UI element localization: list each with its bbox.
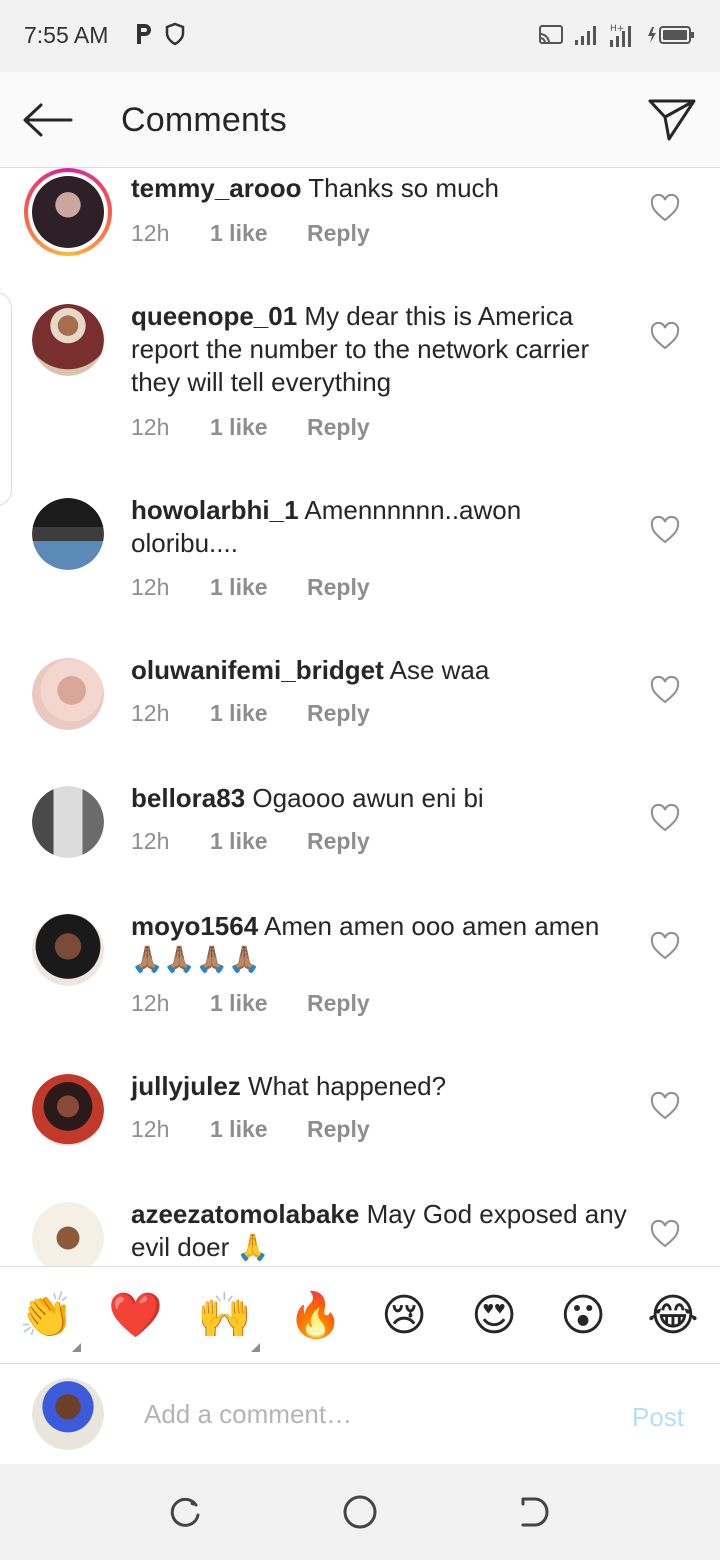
comment-text: What happened? <box>248 1071 447 1101</box>
emoji-fire[interactable]: 🔥 <box>288 1289 343 1343</box>
system-nav-bar <box>0 1464 720 1560</box>
reply-button[interactable]: Reply <box>307 220 370 247</box>
heart-icon[interactable] <box>650 1220 680 1248</box>
comment-time: 12h <box>131 700 170 726</box>
reply-button[interactable]: Reply <box>307 574 370 601</box>
comment-username[interactable]: moyo1564 <box>131 911 258 941</box>
post-button[interactable]: Post <box>632 1402 684 1433</box>
comment-likes[interactable]: 1 like <box>210 700 307 727</box>
comment-likes[interactable]: 1 like <box>210 1116 307 1143</box>
avatar[interactable] <box>32 914 104 986</box>
home-icon <box>343 1495 377 1529</box>
emoji-laughing[interactable]: 😂 <box>646 1289 700 1343</box>
reply-button[interactable]: Reply <box>307 1116 370 1143</box>
reply-button[interactable]: Reply <box>307 828 370 855</box>
comment-likes[interactable]: 1 like <box>210 220 307 247</box>
comment-time: 12h <box>131 828 170 854</box>
back-nav-icon <box>521 1497 549 1527</box>
skin-tone-indicator <box>72 1343 81 1352</box>
emoji-surprised[interactable]: 😮 <box>556 1289 610 1343</box>
heart-icon[interactable] <box>650 804 680 832</box>
page-title: Comments <box>121 101 287 139</box>
comment-time: 12h <box>131 414 170 440</box>
emoji-quick-bar: 👏 ❤️ 🙌 🔥 😢 😍 😮 😂 <box>0 1266 720 1364</box>
emoji-heart-eyes[interactable]: 😍 <box>467 1289 521 1343</box>
signal-icon <box>575 26 596 45</box>
header-bar: Comments <box>0 72 720 168</box>
reply-button[interactable]: Reply <box>307 414 370 441</box>
comment-time: 12h <box>131 220 170 246</box>
comment-time: 12h <box>131 574 170 600</box>
reply-button[interactable]: Reply <box>307 700 370 727</box>
avatar[interactable] <box>32 658 104 730</box>
heart-icon[interactable] <box>650 676 680 704</box>
recent-apps-icon <box>170 1497 200 1527</box>
comment-username[interactable]: jullyjulez <box>131 1071 241 1101</box>
heart-icon[interactable] <box>650 1092 680 1120</box>
comment-time: 12h <box>131 990 170 1016</box>
emoji-crying[interactable]: 😢 <box>377 1289 431 1343</box>
heart-icon[interactable] <box>650 322 680 350</box>
comment-likes[interactable]: 1 like <box>210 414 307 441</box>
comment-likes[interactable]: 1 like <box>210 990 307 1017</box>
p-icon <box>137 24 151 44</box>
comment-likes[interactable]: 1 like <box>210 574 307 601</box>
comment-likes[interactable]: 1 like <box>210 828 307 855</box>
back-nav-button[interactable] <box>514 1492 554 1532</box>
comment-text: Ase waa <box>389 655 490 685</box>
avatar[interactable] <box>32 304 104 376</box>
status-left-icons <box>134 22 186 46</box>
paper-plane-icon <box>648 99 696 141</box>
avatar[interactable] <box>32 498 104 570</box>
comment-text: Ogaooo awun eni bi <box>252 783 484 813</box>
signal-2-icon: H+ <box>610 24 631 47</box>
heart-icon[interactable] <box>650 516 680 544</box>
comment-text: Thanks so much <box>308 173 500 203</box>
emoji-clap[interactable]: 👏 <box>19 1289 74 1343</box>
heart-icon[interactable] <box>650 194 680 222</box>
comment-input[interactable] <box>144 1394 594 1434</box>
reply-button[interactable]: Reply <box>307 990 370 1017</box>
avatar[interactable] <box>32 1378 104 1450</box>
comment-username[interactable]: queenope_01 <box>131 301 297 331</box>
comment-username[interactable]: oluwanifemi_bridget <box>131 655 384 685</box>
comment-composer: Post <box>0 1364 720 1464</box>
cast-icon <box>539 25 563 44</box>
arrow-left-icon <box>23 103 73 137</box>
skin-tone-indicator <box>251 1343 260 1352</box>
shield-icon <box>165 22 185 46</box>
avatar[interactable] <box>32 1202 104 1266</box>
back-button[interactable] <box>20 98 76 142</box>
home-button[interactable] <box>340 1492 380 1532</box>
emoji-heart[interactable]: ❤️ <box>108 1289 163 1343</box>
comment-time: 12h <box>131 1116 170 1142</box>
heart-icon[interactable] <box>650 932 680 960</box>
edge-panel-handle[interactable] <box>0 292 12 506</box>
comment-username[interactable]: temmy_arooo <box>131 173 302 203</box>
comment-username[interactable]: bellora83 <box>131 783 245 813</box>
status-time: 7:55 AM <box>24 22 109 48</box>
avatar[interactable] <box>32 1074 104 1146</box>
comment-username[interactable]: howolarbhi_1 <box>131 495 299 525</box>
comments-list[interactable]: temmy_arooo Thanks so much 12h 1 like Re… <box>0 168 720 1266</box>
status-bar: 7:55 AM H+ <box>0 0 720 72</box>
comment-username[interactable]: azeezatomolabake <box>131 1199 359 1229</box>
status-right-icons: H+ <box>538 22 696 48</box>
avatar[interactable] <box>32 786 104 858</box>
recent-apps-button[interactable] <box>166 1492 206 1532</box>
battery-icon <box>648 26 694 44</box>
share-button[interactable] <box>646 96 698 144</box>
avatar[interactable] <box>24 168 112 256</box>
emoji-raised-hands[interactable]: 🙌 <box>197 1289 252 1343</box>
